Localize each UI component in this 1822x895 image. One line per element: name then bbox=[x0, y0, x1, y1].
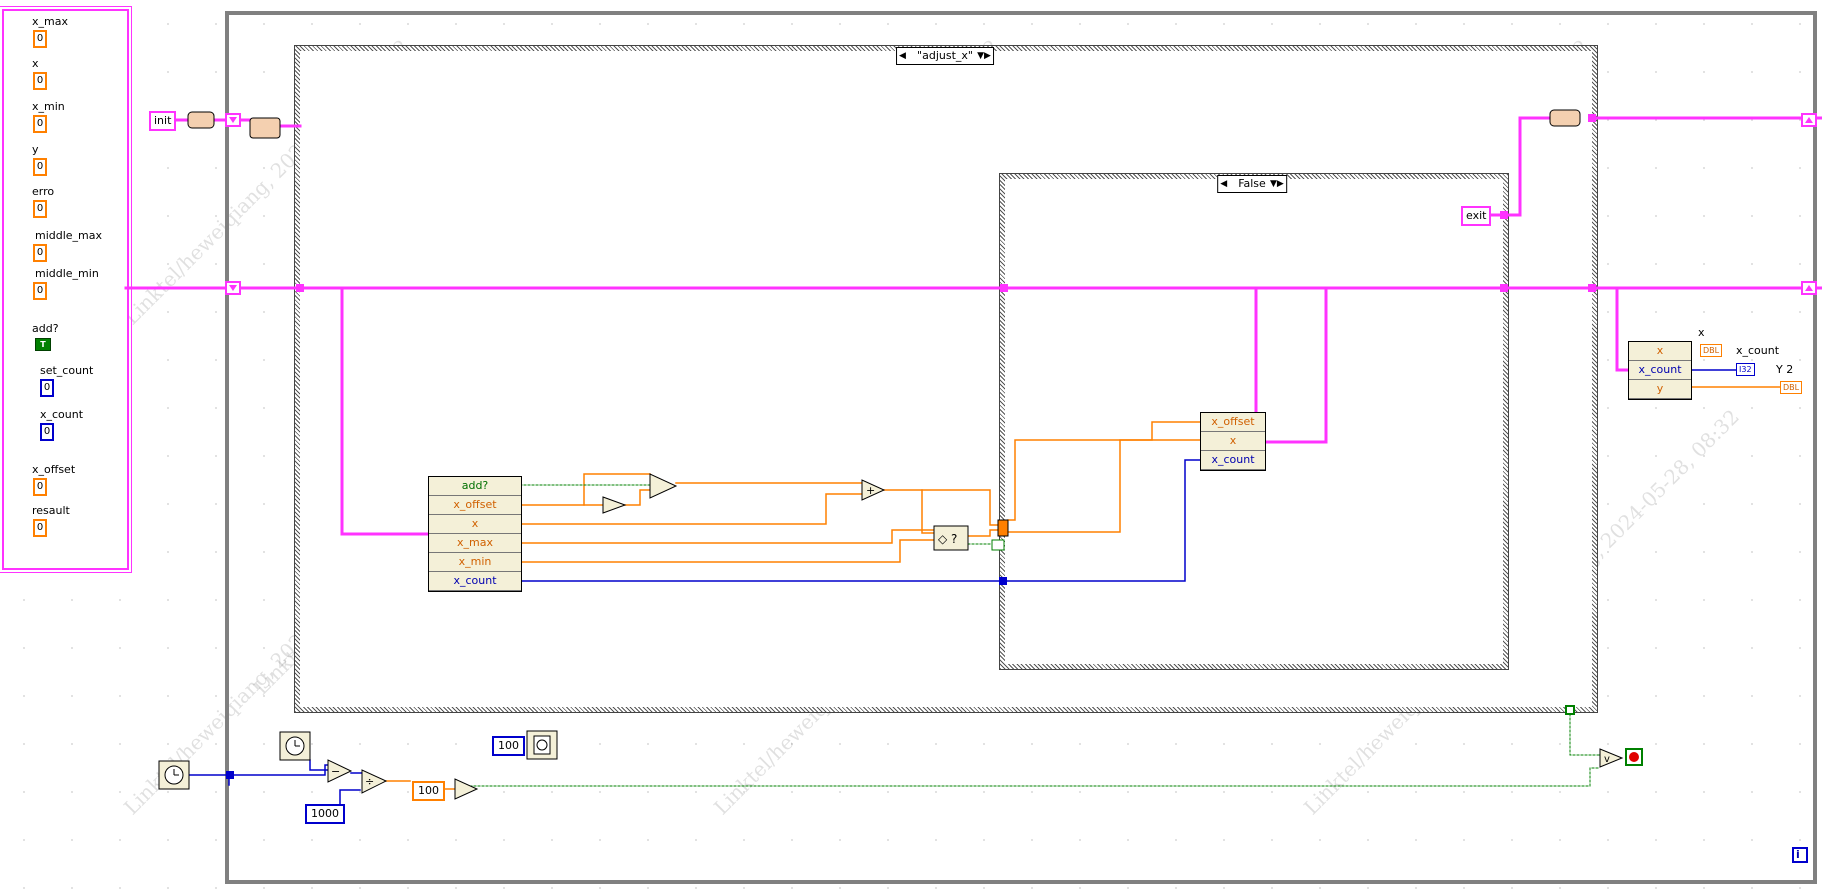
wires-layer: + − ÷ v ◇ ? bbox=[124, 109, 1822, 863]
bundle-item-x-count: x_count bbox=[1201, 451, 1265, 470]
wire-add-out bbox=[883, 489, 1005, 526]
unbundle-by-name-left[interactable]: add? x_offset x x_max x_min x_count bbox=[428, 476, 522, 592]
negate-function bbox=[602, 496, 627, 514]
unbundle-item-x-offset: x_offset bbox=[429, 496, 521, 515]
bool-tunnel bbox=[991, 539, 1005, 551]
tunnel bbox=[1500, 211, 1508, 219]
indicator-label-x: x bbox=[1698, 326, 1705, 339]
exit-constant[interactable]: exit bbox=[1461, 206, 1492, 226]
wire-tick bbox=[189, 764, 329, 776]
wire-offset-bundle bbox=[1007, 421, 1201, 521]
bundle-item-x: x bbox=[1201, 432, 1265, 451]
unbundle-by-name-right[interactable]: x x_count y bbox=[1628, 341, 1692, 400]
indicator-x-count[interactable]: I32 bbox=[1736, 363, 1755, 376]
svg-text:÷: ÷ bbox=[365, 775, 374, 788]
wire-x-count-bundle bbox=[1003, 459, 1201, 582]
init-constant[interactable]: init bbox=[149, 111, 177, 131]
greater-function bbox=[454, 778, 479, 800]
wire-stop-2 bbox=[469, 767, 1601, 787]
wire-exit bbox=[1490, 116, 1552, 217]
tunnel bbox=[999, 577, 1007, 585]
tunnel bbox=[296, 284, 304, 292]
unbundle-item-x: x bbox=[429, 515, 521, 534]
unbundle-right-y: y bbox=[1629, 380, 1691, 399]
unbundle-item-x-max: x_max bbox=[429, 534, 521, 553]
wire-x bbox=[519, 493, 863, 525]
unbundle-item-x-count: x_count bbox=[429, 572, 521, 591]
wire-to-unbundle-right bbox=[1615, 286, 1630, 372]
wire-neg-out bbox=[624, 489, 651, 506]
select-function bbox=[649, 473, 678, 499]
unbundle-item-x-min: x_min bbox=[429, 553, 521, 572]
tunnel bbox=[1500, 284, 1508, 292]
wire-stop-1 bbox=[1569, 709, 1601, 756]
bundle-item-x-offset: x_offset bbox=[1201, 413, 1265, 432]
wire-add-branch bbox=[921, 489, 935, 534]
stop-icon bbox=[1629, 752, 1639, 762]
compare-constant[interactable]: 100 bbox=[412, 781, 445, 801]
bundle-icon bbox=[1549, 109, 1581, 127]
svg-text:v: v bbox=[1604, 754, 1610, 765]
wire-x-bundle bbox=[1007, 439, 1201, 533]
tunnel bbox=[1565, 705, 1575, 715]
wait-constant[interactable]: 100 bbox=[492, 736, 525, 756]
indicator-label-x-count: x_count bbox=[1736, 344, 1780, 357]
iteration-label: i bbox=[1796, 848, 1800, 861]
ms-constant[interactable]: 1000 bbox=[305, 804, 345, 824]
wire-x-offset bbox=[519, 473, 651, 506]
svg-text:◇ ?: ◇ ? bbox=[938, 532, 957, 546]
wire-xmax bbox=[519, 529, 935, 544]
unbundle-right-x-count: x_count bbox=[1629, 361, 1691, 380]
unbundle-right-x: x bbox=[1629, 342, 1691, 361]
unbundle-item-add: add? bbox=[429, 477, 521, 496]
bundle-by-name-icon bbox=[187, 111, 215, 129]
add-symbol: + bbox=[866, 484, 875, 497]
indicator-label-y2: Y 2 bbox=[1776, 363, 1794, 376]
svg-text:−: − bbox=[331, 765, 340, 778]
case-selector-terminal bbox=[997, 519, 1009, 537]
tunnel bbox=[1588, 114, 1596, 122]
wire-bundle-out bbox=[1262, 286, 1502, 444]
tunnel bbox=[226, 771, 234, 779]
unbundle-icon bbox=[249, 117, 281, 139]
tunnel bbox=[1588, 284, 1596, 292]
indicator-y2[interactable]: DBL bbox=[1780, 381, 1803, 394]
wire-to-bundle bbox=[1002, 286, 1258, 414]
indicator-x[interactable]: DBL bbox=[1700, 344, 1723, 357]
wire-to-unbundle bbox=[340, 286, 430, 536]
tunnel bbox=[1000, 284, 1008, 292]
bundle-by-name-mid[interactable]: x_offset x x_count bbox=[1200, 412, 1266, 471]
